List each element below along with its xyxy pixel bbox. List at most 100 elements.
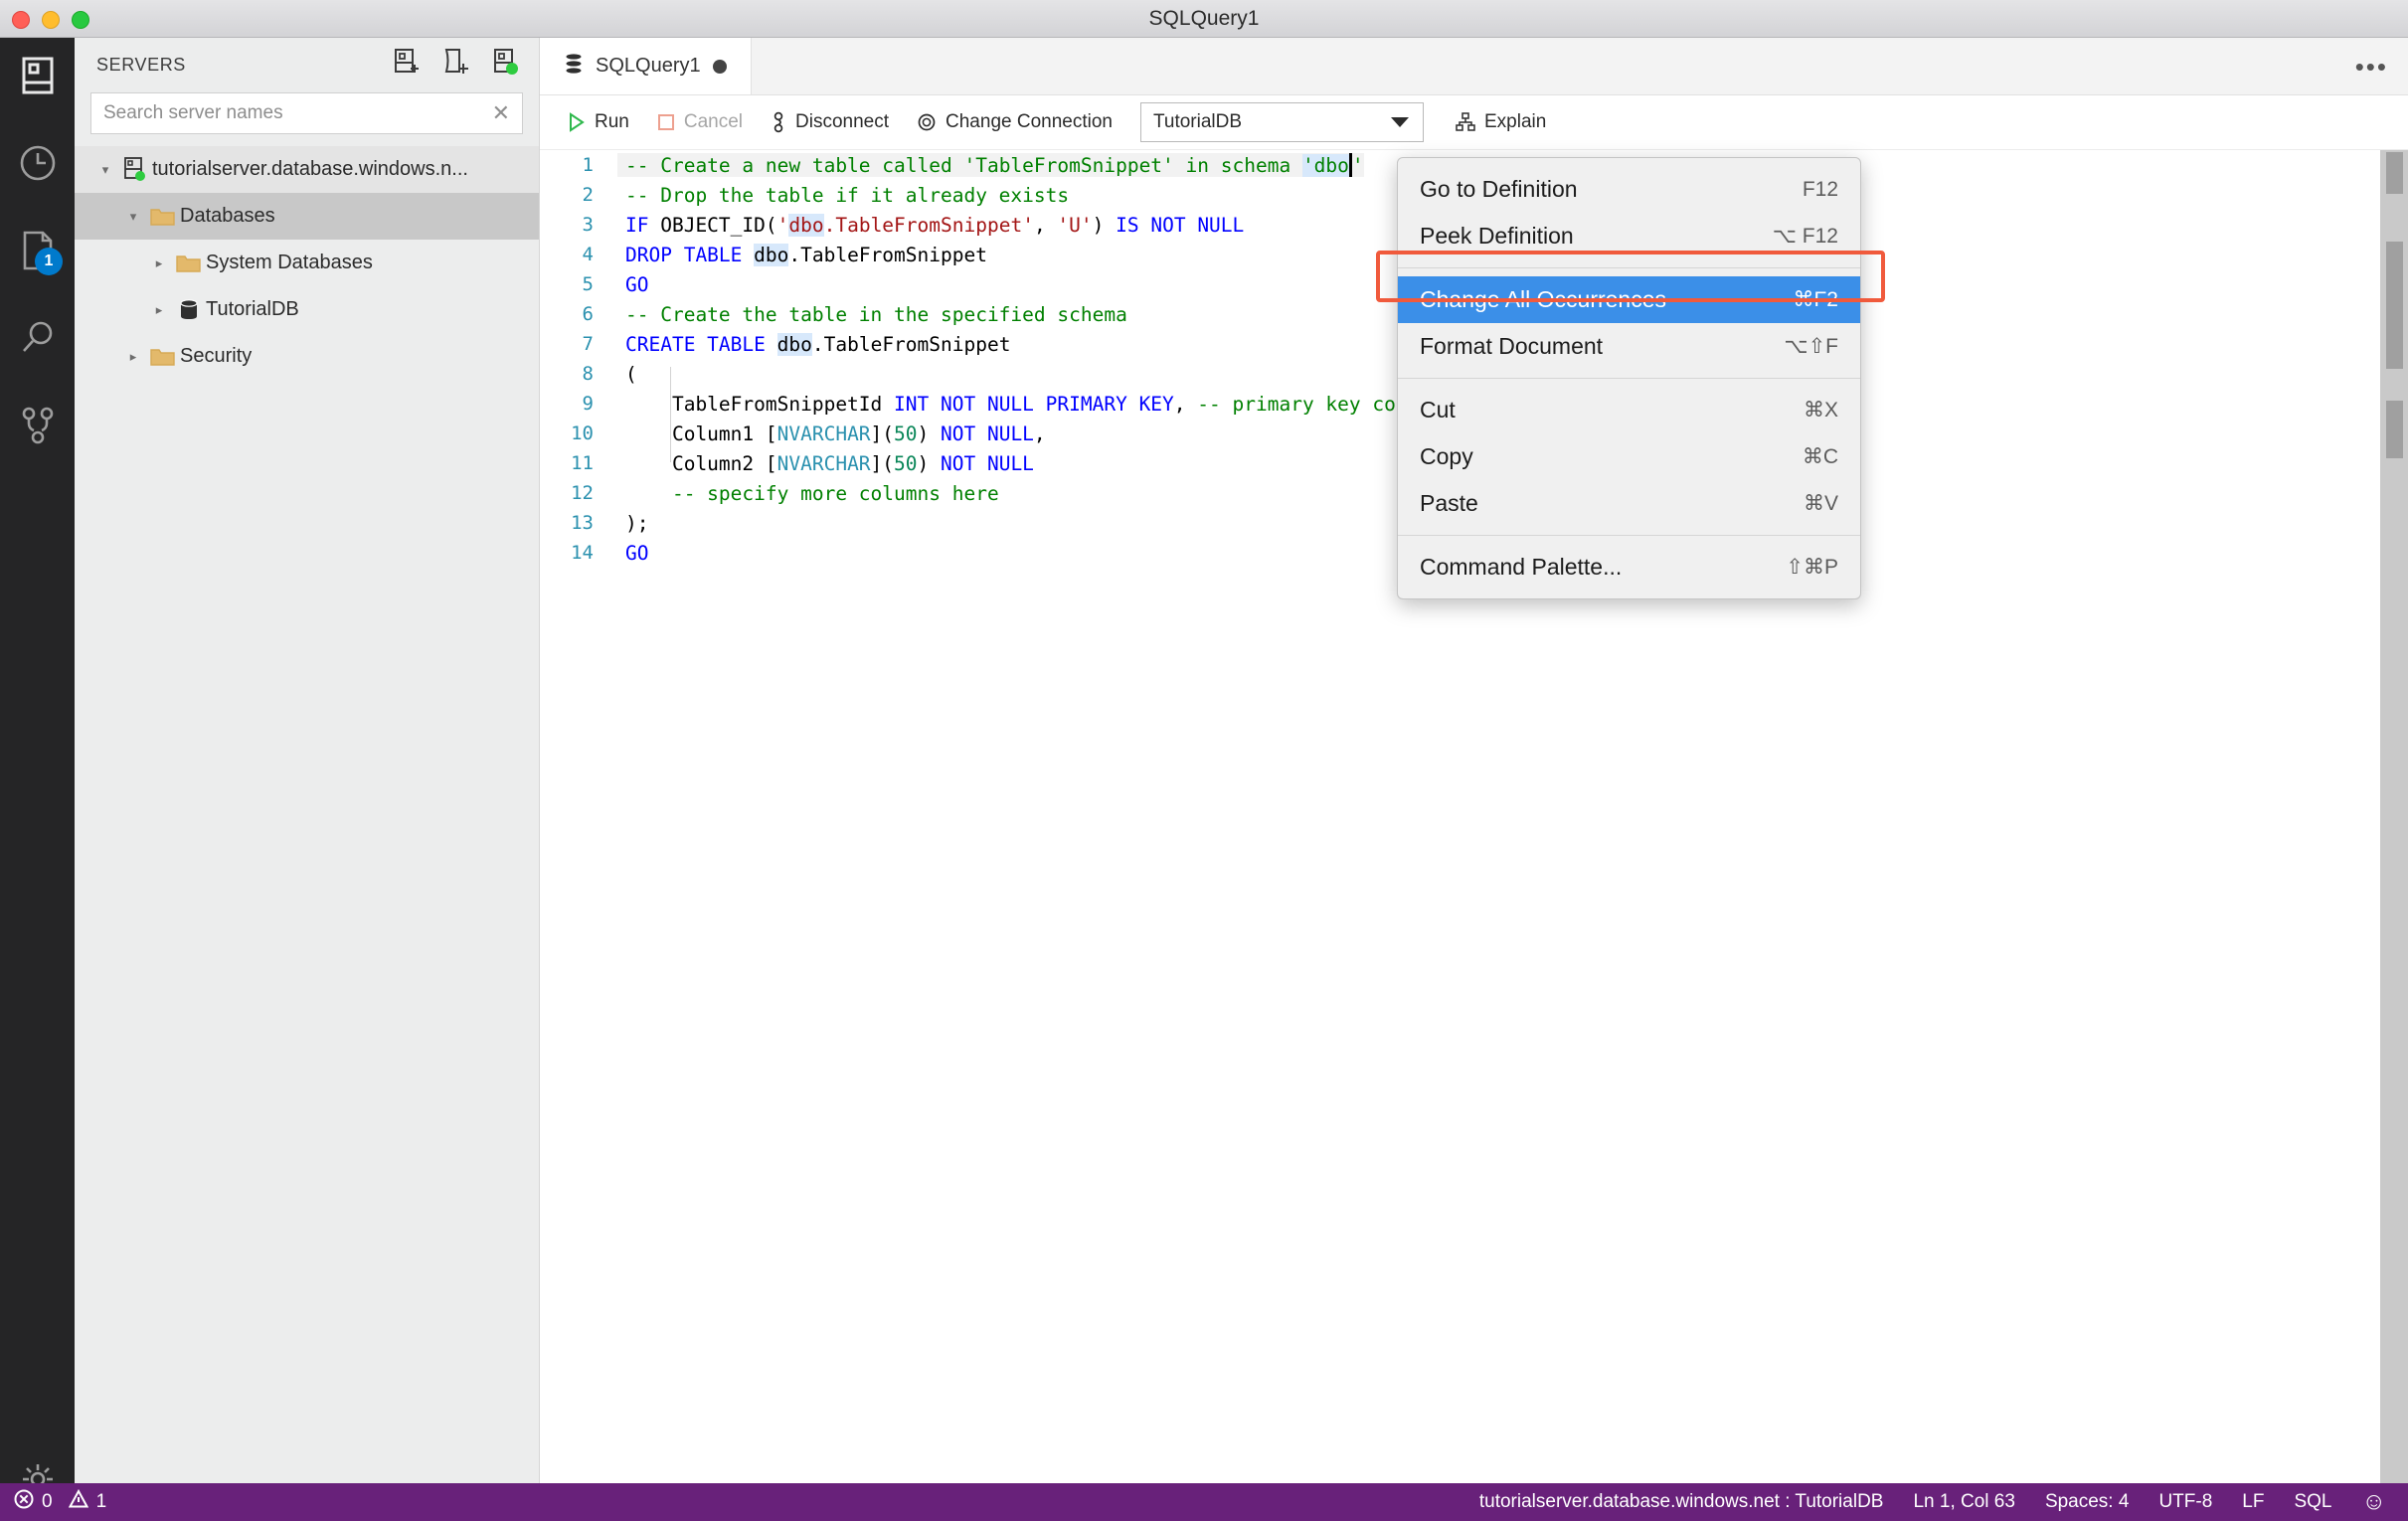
code-token: Column1 [ — [625, 422, 777, 445]
tree-item-server[interactable]: ▾ tutorialserver.database.windows.n... — [75, 146, 539, 193]
editor-scrollbar[interactable] — [2380, 150, 2408, 1483]
status-problems[interactable]: 0 1 — [0, 1488, 106, 1515]
change-connection-button[interactable]: Change Connection — [903, 102, 1126, 142]
menu-item-command-palette[interactable]: Command Palette... ⇧⌘P — [1398, 544, 1860, 591]
status-encoding[interactable]: UTF-8 — [2158, 1491, 2212, 1513]
chevron-right-icon[interactable]: ▸ — [120, 349, 146, 365]
code-line-text[interactable]: IF OBJECT_ID('dbo.TableFromSnippet', 'U'… — [617, 213, 1244, 237]
code-token: 50 — [894, 451, 918, 475]
error-count: 0 — [42, 1491, 53, 1512]
menu-separator — [1398, 378, 1860, 379]
status-connection[interactable]: tutorialserver.database.windows.net : Tu… — [1479, 1491, 1884, 1513]
line-number: 2 — [582, 184, 594, 206]
chevron-down-icon[interactable] — [1390, 117, 1409, 127]
menu-item-paste[interactable]: Paste ⌘V — [1398, 480, 1860, 527]
database-select[interactable]: TutorialDB — [1139, 102, 1424, 142]
search-server-box[interactable]: ✕ — [90, 92, 523, 134]
tab-dirty-indicator[interactable] — [712, 59, 727, 74]
cancel-button[interactable]: Cancel — [643, 102, 757, 142]
code-line-text[interactable]: Column1 [NVARCHAR](50) NOT NULL, — [617, 422, 1046, 445]
tree-item-label: Security — [180, 345, 253, 367]
line-number: 12 — [571, 482, 594, 504]
code-line-text[interactable]: TableFromSnippetId INT NOT NULL PRIMARY … — [617, 393, 1443, 416]
tab-sqlquery1[interactable]: SQLQuery1 — [540, 38, 752, 94]
status-language[interactable]: SQL — [2294, 1491, 2331, 1513]
code-token: NOT NULL — [941, 422, 1034, 445]
error-icon — [14, 1489, 34, 1515]
code-line-text[interactable]: GO — [617, 273, 648, 296]
code-line-text[interactable]: ); — [617, 512, 648, 535]
editor-context-menu[interactable]: Go to Definition F12 Peek Definition ⌥ F12 C… — [1397, 157, 1861, 599]
history-icon[interactable] — [0, 125, 75, 200]
code-line-text[interactable]: -- Drop the table if it already exists — [617, 184, 1069, 207]
tree-item-tutorialdb[interactable]: ▸ TutorialDB — [75, 286, 539, 333]
menu-item-label: Change All Occurrences — [1420, 286, 1667, 312]
new-connection-icon[interactable] — [392, 48, 422, 83]
status-right: tutorialserver.database.windows.net : Tu… — [1479, 1488, 2408, 1516]
status-bar: 0 1 tutorialserver.database.windows.net … — [0, 1483, 2408, 1521]
code-token: OBJECT_ID( — [648, 213, 777, 237]
code-token: 50 — [894, 422, 918, 445]
code-line-text[interactable]: -- Create a new table called 'TableFromS… — [617, 153, 1364, 177]
tree-item-label: Databases — [180, 205, 275, 227]
tree-item-system-databases[interactable]: ▸ System Databases — [75, 240, 539, 286]
menu-item-shortcut: ⌥ F12 — [1772, 225, 1838, 248]
new-query-icon[interactable] — [441, 48, 471, 83]
warning-icon — [68, 1488, 88, 1515]
run-button[interactable]: Run — [554, 102, 643, 142]
menu-item-shortcut: ⌘V — [1803, 492, 1838, 515]
code-token: Column2 [ — [625, 451, 777, 475]
menu-item-cut[interactable]: Cut ⌘X — [1398, 387, 1860, 433]
code-line-text[interactable]: -- Create the table in the specified sch… — [617, 303, 1127, 326]
search-input[interactable] — [103, 102, 492, 124]
menu-item-peek-definition[interactable]: Peek Definition ⌥ F12 — [1398, 213, 1860, 259]
servers-icon[interactable] — [0, 38, 75, 112]
disconnect-button[interactable]: Disconnect — [757, 102, 903, 142]
folder-icon — [146, 206, 180, 228]
menu-item-go-to-definition[interactable]: Go to Definition F12 — [1398, 166, 1860, 213]
code-line-text[interactable]: -- specify more columns here — [617, 482, 999, 505]
status-indentation[interactable]: Spaces: 4 — [2045, 1491, 2130, 1513]
code-token: .TableFromSnippet — [788, 243, 987, 266]
code-token: GO — [625, 541, 649, 565]
editor-actions-more-icon[interactable]: ••• — [2355, 38, 2388, 95]
code-line-text[interactable]: DROP TABLE dbo.TableFromSnippet — [617, 243, 987, 266]
scroll-marker — [2386, 152, 2403, 194]
source-control-icon[interactable] — [0, 388, 75, 462]
menu-item-shortcut: ⌘X — [1803, 399, 1838, 422]
chevron-down-icon[interactable]: ▾ — [120, 209, 146, 225]
code-token: ]( — [870, 451, 895, 475]
chevron-right-icon[interactable]: ▸ — [146, 255, 172, 271]
new-server-group-icon[interactable] — [491, 48, 521, 83]
code-line-text[interactable]: ( — [617, 363, 637, 386]
code-token: NVARCHAR — [776, 451, 871, 475]
play-icon — [570, 112, 585, 132]
status-cursor-position[interactable]: Ln 1, Col 63 — [1913, 1491, 2014, 1513]
line-number: 10 — [571, 422, 594, 444]
code-token: ); — [625, 511, 649, 535]
menu-item-shortcut: ⌘F2 — [1793, 288, 1838, 311]
indent-guide — [670, 367, 671, 462]
open-editors-icon[interactable]: 1 — [0, 213, 75, 287]
chevron-down-icon[interactable]: ▾ — [92, 162, 118, 178]
menu-item-copy[interactable]: Copy ⌘C — [1398, 433, 1860, 480]
explain-button[interactable]: Explain — [1442, 102, 1560, 142]
search-icon[interactable] — [0, 300, 75, 375]
tree-item-security[interactable]: ▸ Security — [75, 333, 539, 380]
code-line-text[interactable]: GO — [617, 542, 648, 565]
code-line-text[interactable]: Column2 [NVARCHAR](50) NOT NULL — [617, 452, 1034, 475]
clear-search-icon[interactable]: ✕ — [492, 102, 510, 124]
feedback-smiley-icon[interactable]: ☺ — [2361, 1488, 2386, 1516]
menu-item-shortcut: F12 — [1802, 177, 1838, 201]
menu-item-format-document[interactable]: Format Document ⌥⇧F — [1398, 323, 1860, 370]
code-token: .TableFromSnippet' — [823, 213, 1034, 237]
menu-item-change-all-occurrences[interactable]: Change All Occurrences ⌘F2 — [1398, 276, 1860, 323]
code-token: dbo — [776, 332, 812, 356]
status-eol[interactable]: LF — [2242, 1491, 2264, 1513]
code-token: -- Create a new table called — [625, 154, 964, 177]
tree-item-databases[interactable]: ▾ Databases — [75, 193, 539, 240]
code-line-text[interactable]: CREATE TABLE dbo.TableFromSnippet — [617, 332, 1010, 356]
chevron-right-icon[interactable]: ▸ — [146, 302, 172, 318]
line-number: 11 — [571, 452, 594, 474]
menu-item-label: Peek Definition — [1420, 223, 1574, 249]
